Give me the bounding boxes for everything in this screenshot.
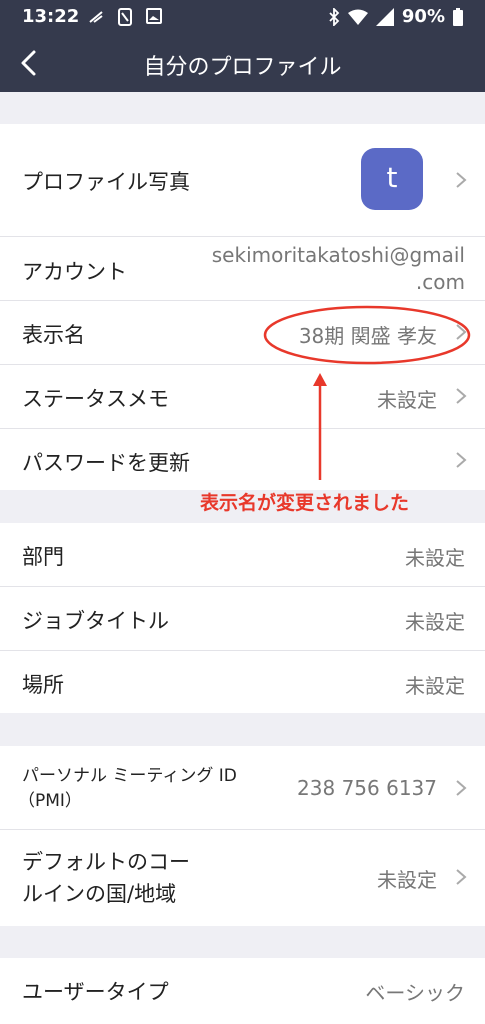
pmi-value: 238 756 6137 (297, 776, 437, 800)
department-row: 部門 未設定 (0, 523, 485, 587)
battery-percent: 90% (401, 6, 445, 27)
account-value-line2: .com (415, 270, 465, 294)
account-label: アカウント (22, 260, 127, 284)
notification-icons (88, 8, 162, 26)
status-time: 13:22 (22, 6, 80, 27)
signal-icon (375, 7, 394, 26)
password-row[interactable]: パスワードを更新 (0, 429, 485, 490)
status-right: 90% (328, 6, 463, 27)
job-title-row: ジョブタイトル 未設定 (0, 587, 485, 651)
annotation-ellipse (263, 305, 471, 365)
work-section: 部門 未設定 ジョブタイトル 未設定 場所 未設定 (0, 523, 485, 713)
annotation-arrow-icon (313, 373, 327, 480)
battery-icon (453, 7, 463, 26)
meeting-section: パーソナル ミーティング ID （PMI） 238 756 6137 デフォルト… (0, 746, 485, 926)
user-type-value: ベーシック (365, 981, 465, 1005)
country-value: 未設定 (377, 868, 437, 892)
department-label: 部門 (22, 545, 64, 569)
password-label: パスワードを更新 (22, 451, 190, 475)
country-label: デフォルトのコー ルインの国/地域 (22, 846, 190, 910)
page-title: 自分のプロファイル (143, 55, 342, 80)
user-section: ユーザータイプ ベーシック (0, 958, 485, 1024)
notification-icon (89, 11, 103, 23)
pmi-row[interactable]: パーソナル ミーティング ID （PMI） 238 756 6137 (0, 746, 485, 830)
location-row: 場所 未設定 (0, 651, 485, 713)
profile-photo-row[interactable]: プロファイル写真 t (0, 124, 485, 237)
location-label: 場所 (22, 673, 64, 697)
user-type-label: ユーザータイプ (22, 980, 169, 1004)
status-bar: 13:22 90% (0, 0, 485, 36)
status-memo-row[interactable]: ステータスメモ 未設定 (0, 365, 485, 429)
image-icon (146, 8, 162, 24)
pmi-label-line2: （PMI） (18, 791, 82, 811)
status-memo-value: 未設定 (377, 388, 437, 412)
profile-photo-label: プロファイル写真 (22, 170, 190, 194)
chevron-right-icon (456, 869, 467, 885)
country-label-line1: デフォルトのコー (22, 850, 190, 874)
department-value: 未設定 (405, 546, 465, 570)
annotation-text: 表示名が変更されました (200, 492, 410, 514)
status-memo-label: ステータスメモ (22, 387, 169, 411)
wifi-icon (347, 9, 368, 25)
user-type-row: ユーザータイプ ベーシック (0, 958, 485, 1022)
bluetooth-icon (329, 7, 340, 26)
chevron-right-icon (456, 452, 467, 468)
nav-bar: 自分のプロファイル (0, 36, 485, 92)
location-value: 未設定 (405, 674, 465, 698)
avatar[interactable]: t (361, 148, 423, 210)
display-name-label: 表示名 (22, 323, 85, 347)
account-row: アカウント sekimoritakatoshi@gmail .com (0, 236, 485, 301)
nfc-icon (118, 8, 132, 26)
chevron-right-icon (456, 172, 467, 188)
account-value-line1: sekimoritakatoshi@gmail (211, 243, 465, 267)
country-label-line2: ルインの国/地域 (22, 882, 177, 906)
chevron-right-icon (456, 780, 467, 796)
account-value: sekimoritakatoshi@gmail .com (212, 242, 465, 296)
pmi-label-line1: パーソナル ミーティング ID (22, 766, 237, 786)
job-title-label: ジョブタイトル (22, 609, 169, 633)
chevron-right-icon (456, 388, 467, 404)
country-row[interactable]: デフォルトのコー ルインの国/地域 未設定 (0, 830, 485, 926)
job-title-value: 未設定 (405, 610, 465, 634)
pmi-label: パーソナル ミーティング ID （PMI） (18, 764, 237, 814)
